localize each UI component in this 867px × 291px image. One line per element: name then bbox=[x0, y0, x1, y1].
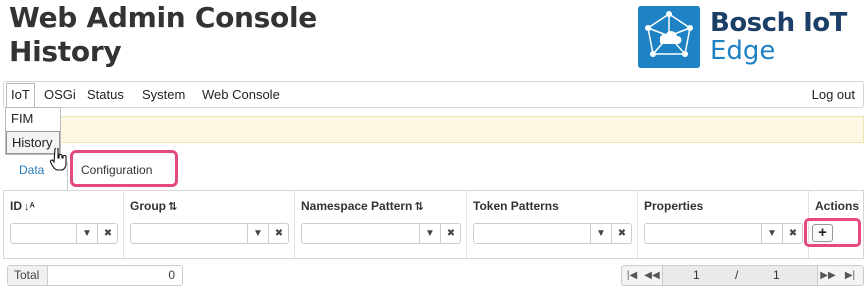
sort-icon: ⇅ bbox=[414, 201, 424, 213]
dropdown-item-fim[interactable]: FIM bbox=[6, 108, 60, 131]
logo-brand: Bosch IoT bbox=[710, 8, 847, 38]
page-separator: / bbox=[735, 268, 739, 282]
total-value: 0 bbox=[168, 268, 175, 282]
first-page-icon[interactable]: |◀ bbox=[622, 266, 642, 285]
tab-data[interactable]: Data bbox=[19, 163, 44, 177]
sort-icon: ⇅ bbox=[168, 201, 178, 213]
total-count: Total 0 bbox=[7, 265, 183, 286]
nav-item-iot[interactable]: IoT bbox=[6, 83, 35, 108]
column-namespace-pattern: Namespace Pattern ⇅ ▼ ✖ bbox=[295, 191, 467, 258]
clear-filter-icon[interactable]: ✖ bbox=[97, 224, 118, 243]
column-header-actions: Actions bbox=[815, 199, 860, 213]
filter-id: ▼ ✖ bbox=[10, 223, 118, 244]
page-current: 1 bbox=[693, 268, 700, 282]
nav-item-system[interactable]: System bbox=[142, 87, 185, 102]
filter-properties: ▼ ✖ bbox=[644, 223, 803, 244]
nav-item-osgi[interactable]: OSGi bbox=[44, 87, 76, 102]
filter-icon[interactable]: ▼ bbox=[76, 224, 97, 243]
column-token-patterns: Token Patterns ▼ ✖ bbox=[467, 191, 638, 258]
pager: |◀ ◀◀ 1 / 1 ▶▶ ▶| bbox=[621, 265, 864, 286]
page-title-line1: Web Admin Console bbox=[9, 1, 317, 34]
history-config-grid: ID ↓ᴬ ▼ ✖ Group ⇅ ▼ ✖ Namespace Pattern ⇅ ▼… bbox=[3, 190, 864, 259]
next-page-icon[interactable]: ▶▶ bbox=[818, 266, 838, 285]
sort-alpha-icon: ↓ᴬ bbox=[24, 201, 35, 213]
page-title: Web Admin Console History bbox=[9, 1, 317, 69]
page-field[interactable]: 1 / 1 bbox=[662, 266, 818, 285]
column-properties: Properties ▼ ✖ bbox=[638, 191, 809, 258]
filter-properties-input[interactable] bbox=[645, 224, 760, 243]
filter-icon[interactable]: ▼ bbox=[247, 224, 268, 243]
filter-icon[interactable]: ▼ bbox=[419, 224, 440, 243]
column-header-group[interactable]: Group ⇅ bbox=[130, 199, 177, 213]
clear-filter-icon[interactable]: ✖ bbox=[440, 224, 461, 243]
add-button[interactable]: + bbox=[812, 224, 833, 242]
column-header-id[interactable]: ID ↓ᴬ bbox=[10, 199, 35, 213]
prev-page-icon[interactable]: ◀◀ bbox=[642, 266, 662, 285]
filter-icon[interactable]: ▼ bbox=[761, 224, 782, 243]
main-navbar: IoT OSGi Status System Web Console Log o… bbox=[3, 81, 864, 108]
filter-group: ▼ ✖ bbox=[130, 223, 289, 244]
bosch-logo: Bosch IoT Edge bbox=[638, 6, 847, 68]
filter-token-patterns: ▼ ✖ bbox=[473, 223, 632, 244]
clear-filter-icon[interactable]: ✖ bbox=[611, 224, 632, 243]
notice-bar bbox=[56, 116, 864, 143]
filter-group-input[interactable] bbox=[131, 224, 246, 243]
column-header-namespace-pattern[interactable]: Namespace Pattern ⇅ bbox=[301, 199, 424, 213]
clear-filter-icon[interactable]: ✖ bbox=[782, 224, 803, 243]
filter-id-input[interactable] bbox=[11, 224, 75, 243]
logo-text: Bosch IoT Edge bbox=[710, 9, 847, 65]
total-label: Total bbox=[8, 266, 48, 285]
iot-edge-logo-icon bbox=[638, 6, 700, 68]
clear-filter-icon[interactable]: ✖ bbox=[268, 224, 289, 243]
filter-token-patterns-input[interactable] bbox=[474, 224, 589, 243]
page-total: 1 bbox=[773, 268, 780, 282]
filter-namespace-pattern: ▼ ✖ bbox=[301, 223, 461, 244]
logout-link[interactable]: Log out bbox=[812, 87, 855, 102]
nav-item-status[interactable]: Status bbox=[87, 87, 124, 102]
logo-product: Edge bbox=[710, 36, 776, 66]
nav-item-web-console[interactable]: Web Console bbox=[202, 87, 280, 102]
column-id: ID ↓ᴬ ▼ ✖ bbox=[4, 191, 124, 258]
tab-configuration[interactable]: Configuration bbox=[81, 163, 152, 177]
page-title-line2: History bbox=[9, 35, 122, 68]
column-header-token-patterns[interactable]: Token Patterns bbox=[473, 199, 559, 213]
hand-cursor-icon bbox=[50, 148, 67, 171]
filter-namespace-pattern-input[interactable] bbox=[302, 224, 418, 243]
last-page-icon[interactable]: ▶| bbox=[840, 266, 860, 285]
filter-icon[interactable]: ▼ bbox=[590, 224, 611, 243]
column-group: Group ⇅ ▼ ✖ bbox=[124, 191, 295, 258]
column-header-properties[interactable]: Properties bbox=[644, 199, 703, 213]
